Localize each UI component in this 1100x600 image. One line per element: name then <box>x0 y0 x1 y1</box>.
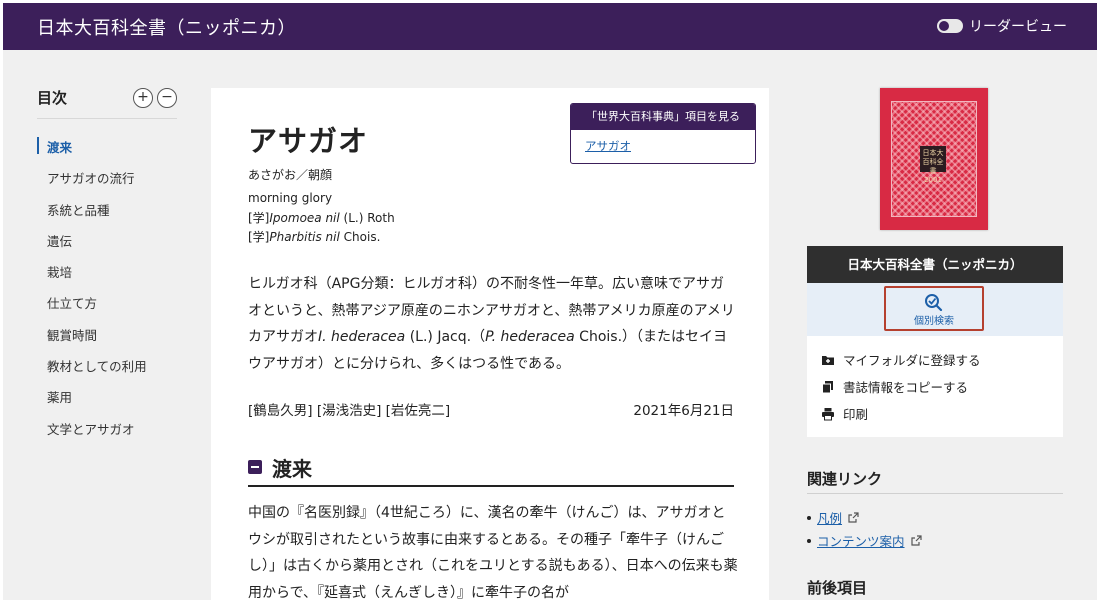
section-heading: 渡来 <box>248 449 734 487</box>
toc-item[interactable]: 薬用 <box>37 387 177 418</box>
section-title: 渡来 <box>272 456 312 481</box>
individual-search-label: 個別検索 <box>914 316 954 327</box>
scientific-name-1: [学]Ipomoea nil (L.) Roth <box>248 210 395 225</box>
toc-collapse-button[interactable]: − <box>157 87 177 108</box>
book-cover-image: 日本大百科全書 2001 <box>880 88 988 230</box>
toggle-switch-icon[interactable] <box>937 19 963 33</box>
reference-box-title: 「世界大百科事典」項目を見る <box>571 104 755 130</box>
article-reading: あさがお／朝顔 <box>248 168 333 182</box>
page-frame: 日本大百科全書（ニッポニカ） リーダービュー 目次 + − 渡来 アサガオの流行… <box>3 3 1097 600</box>
add-to-folder-button[interactable]: マイフォルダに登録する <box>821 346 1063 373</box>
article-panel: 「世界大百科事典」項目を見る アサガオ アサガオ あさがお／朝顔 morning… <box>211 88 769 600</box>
toc-item[interactable]: 観賞時間 <box>37 325 177 356</box>
toc-item[interactable]: 系統と品種 <box>37 200 177 231</box>
site-header: 日本大百科全書（ニッポニカ） リーダービュー <box>3 3 1097 50</box>
article-byline: [鶴島久男] [湯浅浩史] [岩佐亮二] 2021年6月21日 <box>248 399 734 419</box>
toc-item[interactable]: 遺伝 <box>37 231 177 262</box>
folder-plus-icon <box>822 355 834 365</box>
book-card: 日本大百科全書（ニッポニカ） 個別検索 マイフォルダに登録する 書誌情報をコピー… <box>807 246 1063 437</box>
article-intro: ヒルガオ科（APG分類：ヒルガオ科）の不耐冬性一年草。広い意味でアサガオというと… <box>248 276 735 372</box>
publish-date: 2021年6月21日 <box>633 403 734 419</box>
toc-item[interactable]: 文学とアサガオ <box>37 419 177 450</box>
related-links-title: 関連リンク <box>807 470 883 488</box>
contents-guide-link[interactable]: コンテンツ案内 <box>817 531 905 550</box>
copy-bibliography-button[interactable]: 書誌情報をコピーする <box>821 373 1063 400</box>
book-actions: マイフォルダに登録する 書誌情報をコピーする 印刷 <box>807 336 1063 427</box>
reader-view-label: リーダービュー <box>969 19 1067 35</box>
book-title: 日本大百科全書（ニッポニカ） <box>807 246 1063 283</box>
toc-item[interactable]: 栽培 <box>37 262 177 293</box>
external-link-icon <box>910 535 922 546</box>
copy-icon <box>822 380 833 393</box>
printer-icon <box>822 407 834 420</box>
table-of-contents: 目次 + − 渡来 アサガオの流行 系統と品種 遺伝 栽培 仕立て方 観賞時間 … <box>37 87 177 450</box>
reader-view-toggle[interactable]: リーダービュー <box>937 16 1067 36</box>
related-link-item[interactable]: 凡例 <box>807 506 922 529</box>
section-collapse-icon[interactable] <box>248 460 262 474</box>
prev-next-title: 前後項目 <box>807 579 868 597</box>
section-text: 中国の『名医別録』（4世紀ころ）に、漢名の牽牛（けんご）は、アサガオとウシが取引… <box>248 505 738 600</box>
authors: [鶴島久男] [湯浅浩史] [岩佐亮二] <box>248 403 451 419</box>
cover-label: 日本大百科全書 2001 <box>920 146 946 184</box>
print-button[interactable]: 印刷 <box>821 400 1063 427</box>
reference-box: 「世界大百科事典」項目を見る アサガオ <box>570 103 756 164</box>
external-link-icon <box>848 512 859 523</box>
search-area: 個別検索 <box>807 283 1063 336</box>
article-meta: morning glory [学]Ipomoea nil (L.) Roth [… <box>248 189 395 248</box>
toc-item[interactable]: 教材としての利用 <box>37 356 177 387</box>
toc-item[interactable]: 仕立て方 <box>37 293 177 324</box>
site-title[interactable]: 日本大百科全書（ニッポニカ） <box>37 14 296 40</box>
toc-expand-button[interactable]: + <box>133 87 153 108</box>
toc-list: 渡来 アサガオの流行 系統と品種 遺伝 栽培 仕立て方 観賞時間 教材としての利… <box>37 137 177 450</box>
divider <box>807 493 1063 494</box>
individual-search-button[interactable]: 個別検索 <box>884 286 984 331</box>
reference-link[interactable]: アサガオ <box>571 130 755 154</box>
toc-item-torai[interactable]: 渡来 <box>37 137 177 155</box>
related-links-list: 凡例 コンテンツ案内 <box>807 506 922 552</box>
scientific-name-2: [学]Pharbitis nil Chois. <box>248 230 381 244</box>
english-name: morning glory <box>248 191 333 205</box>
toc-title: 目次 <box>37 89 68 107</box>
article-title: アサガオ <box>248 124 369 158</box>
legend-link[interactable]: 凡例 <box>817 508 842 527</box>
related-link-item[interactable]: コンテンツ案内 <box>807 529 922 552</box>
toc-item[interactable]: アサガオの流行 <box>37 168 177 199</box>
search-check-icon <box>925 294 943 311</box>
